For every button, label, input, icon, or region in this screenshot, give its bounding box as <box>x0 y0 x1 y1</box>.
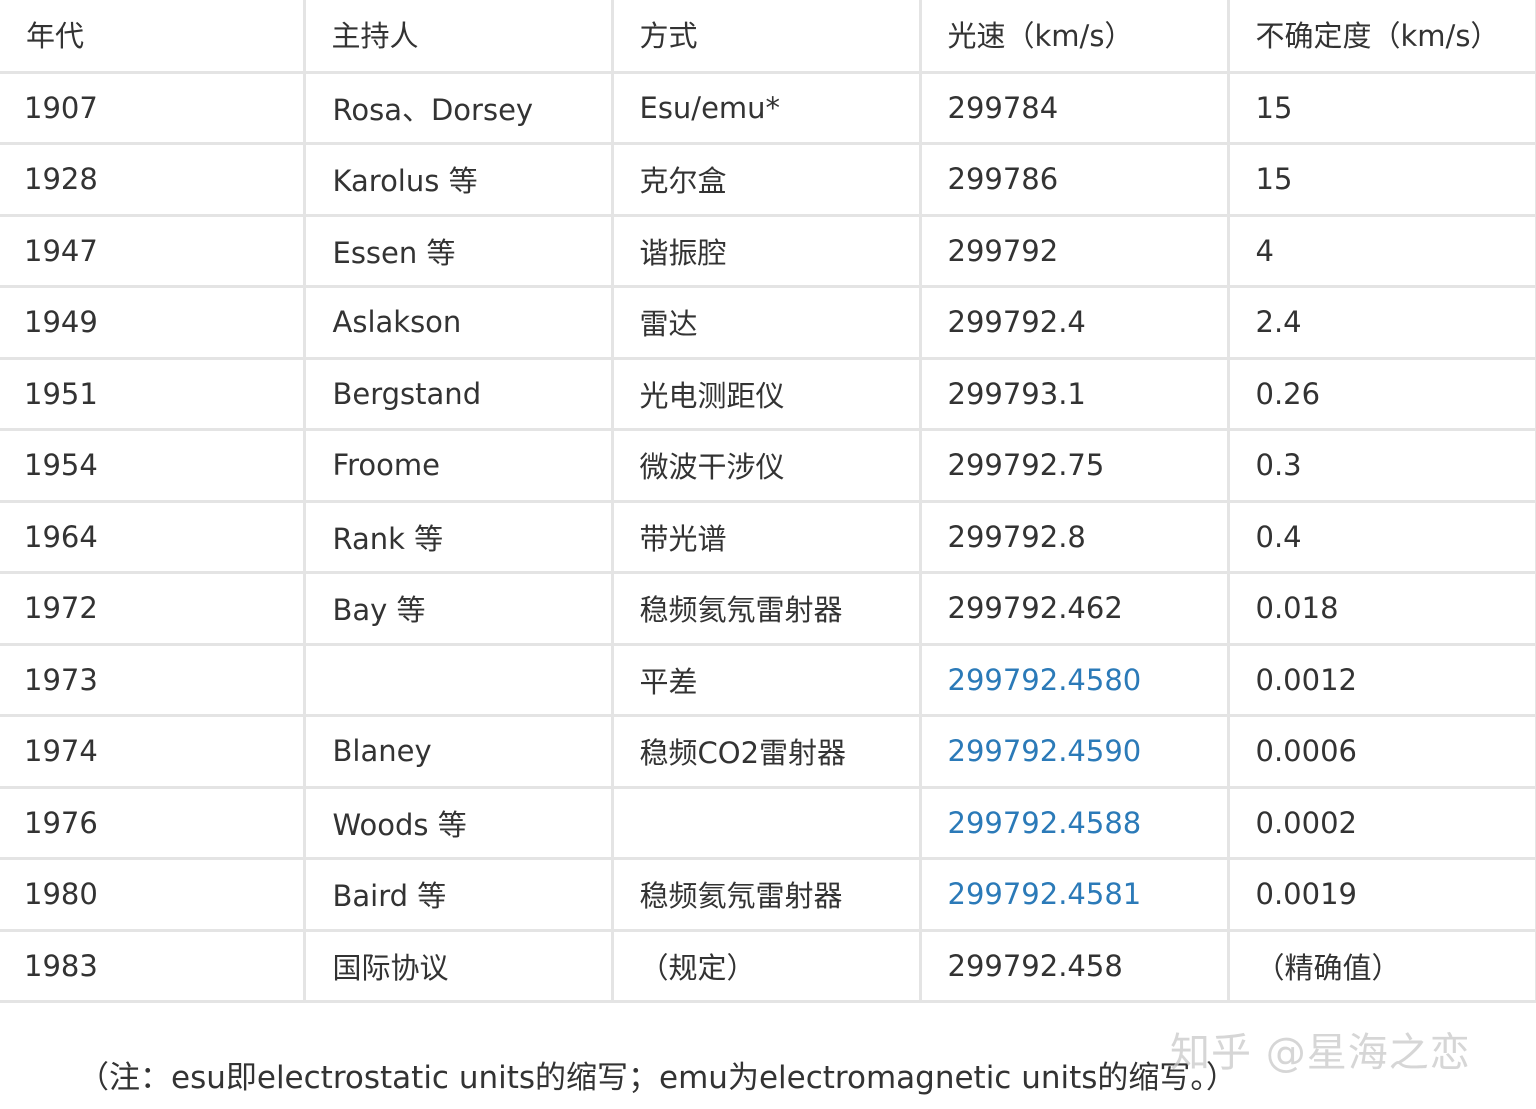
cell-speed: 299793.1 <box>920 358 1230 431</box>
cell-uncertainty: 0.0002 <box>1228 787 1536 860</box>
cell-speed: 299792 <box>920 215 1230 288</box>
header-speed: 光速（km/s） <box>920 0 1230 74</box>
cell-year: 1947 <box>0 215 306 288</box>
cell-year: 1907 <box>0 72 306 145</box>
table-row: 1964 Rank 等带光谱 299792.8 0.4 <box>0 501 1536 574</box>
cell-speed: 299792.8 <box>920 501 1230 574</box>
cell-year: 1964 <box>0 501 306 574</box>
light-speed-table: 年代 主持人 方式 光速（km/s） 不确定度（km/s） 1907 Rosa、D… <box>0 0 1536 1003</box>
cell-uncertainty: 15 <box>1228 72 1536 145</box>
cell-host: Baird 等 <box>304 858 614 932</box>
table-row: 1980 Baird 等稳频氦氖雷射器 299792.4581 0.0019 <box>0 858 1536 932</box>
cell-speed: 299792.75 <box>920 429 1230 503</box>
cell-speed: 299792.4580 <box>920 644 1230 717</box>
table-row: 1928 Karolus 等克尔盒 299786 15 <box>0 143 1536 217</box>
table-row: 1983 国际协议 （规定） 299792.458 （精确值） <box>0 930 1536 1003</box>
header-host: 主持人 <box>304 0 614 74</box>
cell-host: Karolus 等 <box>304 143 614 217</box>
cell-method: 稳频CO2雷射器 <box>612 715 922 789</box>
table-row: 1907 Rosa、Dorsey Esu/emu* 299784 15 <box>0 72 1536 145</box>
cell-year: 1980 <box>0 858 306 932</box>
cell-year: 1949 <box>0 286 306 360</box>
cell-speed: 299792.462 <box>920 572 1230 646</box>
cell-uncertainty: 4 <box>1228 215 1536 288</box>
cell-host: Woods 等 <box>304 787 614 860</box>
cell-year: 1928 <box>0 143 306 217</box>
cell-method: 雷达 <box>612 286 922 360</box>
speed-link[interactable]: 299792.4590 <box>948 734 1142 768</box>
cell-speed: 299792.458 <box>920 930 1230 1003</box>
table-row: 1951 Bergstand 光电测距仪 299793.1 0.26 <box>0 358 1536 431</box>
table-row: 1973 平差 299792.4580 0.0012 <box>0 644 1536 717</box>
cell-host: Essen 等 <box>304 215 614 288</box>
cell-method <box>612 787 922 860</box>
cell-method: 稳频氦氖雷射器 <box>612 858 922 932</box>
cell-uncertainty: （精确值） <box>1228 930 1536 1003</box>
cell-uncertainty: 0.0019 <box>1228 858 1536 932</box>
watermark: 知乎 @星海之恋 <box>1170 1030 1471 1076</box>
cell-speed: 299792.4588 <box>920 787 1230 860</box>
header-uncertainty: 不确定度（km/s） <box>1228 0 1536 74</box>
cell-year: 1972 <box>0 572 306 646</box>
table-body: 1907 Rosa、Dorsey Esu/emu* 299784 15 1928 Karol… <box>0 72 1536 1003</box>
cell-year: 1983 <box>0 930 306 1003</box>
cell-uncertainty: 2.4 <box>1228 286 1536 360</box>
cell-host: Froome <box>304 429 614 503</box>
header-year: 年代 <box>0 0 306 74</box>
cell-method: 微波干涉仪 <box>612 429 922 503</box>
speed-link[interactable]: 299792.4581 <box>948 877 1142 911</box>
speed-link[interactable]: 299792.4588 <box>948 806 1142 840</box>
cell-uncertainty: 0.26 <box>1228 358 1536 431</box>
footnote: （注：esu即electrostatic units的缩写；emu为electr… <box>78 1060 1237 1096</box>
cell-uncertainty: 0.3 <box>1228 429 1536 503</box>
cell-host: Rank 等 <box>304 501 614 574</box>
table-row: 1947 Essen 等谐振腔 299792 4 <box>0 215 1536 288</box>
table-row: 1949 Aslakson 雷达 299792.4 2.4 <box>0 286 1536 360</box>
table-row: 1954 Froome 微波干涉仪 299792.75 0.3 <box>0 429 1536 503</box>
cell-uncertainty: 0.4 <box>1228 501 1536 574</box>
cell-uncertainty: 0.0012 <box>1228 644 1536 717</box>
cell-year: 1954 <box>0 429 306 503</box>
cell-method: 平差 <box>612 644 922 717</box>
cell-host: 国际协议 <box>304 930 614 1003</box>
table-header: 年代 主持人 方式 光速（km/s） 不确定度（km/s） <box>0 0 1536 74</box>
cell-method: 带光谱 <box>612 501 922 574</box>
cell-year: 1974 <box>0 715 306 789</box>
cell-speed: 299784 <box>920 72 1230 145</box>
cell-year: 1976 <box>0 787 306 860</box>
cell-uncertainty: 15 <box>1228 143 1536 217</box>
cell-host: Aslakson <box>304 286 614 360</box>
header-method: 方式 <box>612 0 922 74</box>
cell-year: 1951 <box>0 358 306 431</box>
cell-speed: 299792.4 <box>920 286 1230 360</box>
cell-method: （规定） <box>612 930 922 1003</box>
cell-method: 克尔盒 <box>612 143 922 217</box>
cell-method: 光电测距仪 <box>612 358 922 431</box>
cell-host: Blaney <box>304 715 614 789</box>
cell-method: 谐振腔 <box>612 215 922 288</box>
cell-year: 1973 <box>0 644 306 717</box>
cell-host: Bergstand <box>304 358 614 431</box>
speed-link[interactable]: 299792.4580 <box>948 663 1142 697</box>
cell-method: Esu/emu* <box>612 72 922 145</box>
cell-host <box>304 644 614 717</box>
header-row: 年代 主持人 方式 光速（km/s） 不确定度（km/s） <box>0 0 1536 74</box>
cell-speed: 299792.4581 <box>920 858 1230 932</box>
table-row: 1974 Blaney 稳频CO2雷射器 299792.4590 0.0006 <box>0 715 1536 789</box>
cell-speed: 299786 <box>920 143 1230 217</box>
cell-host: Rosa、Dorsey <box>304 72 614 145</box>
table-row: 1976 Woods 等 299792.4588 0.0002 <box>0 787 1536 860</box>
cell-speed: 299792.4590 <box>920 715 1230 789</box>
table-row: 1972 Bay 等稳频氦氖雷射器 299792.462 0.018 <box>0 572 1536 646</box>
cell-uncertainty: 0.0006 <box>1228 715 1536 789</box>
cell-host: Bay 等 <box>304 572 614 646</box>
cell-method: 稳频氦氖雷射器 <box>612 572 922 646</box>
cell-uncertainty: 0.018 <box>1228 572 1536 646</box>
